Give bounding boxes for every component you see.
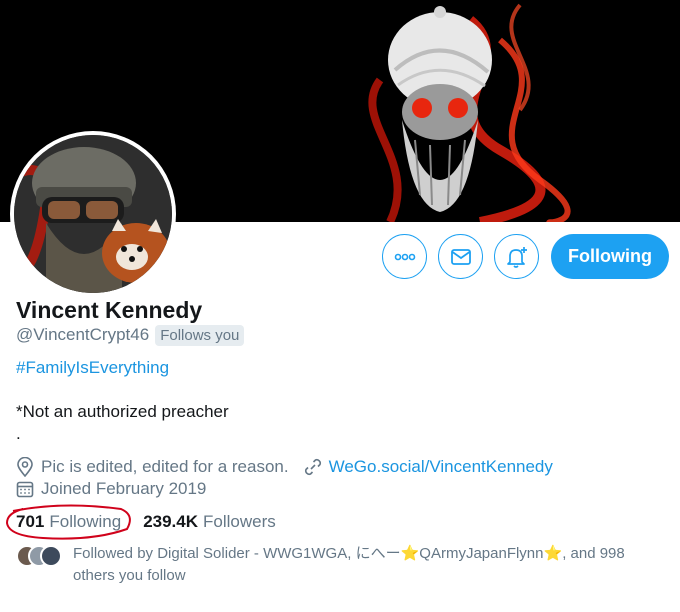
follows-you-badge: Follows you: [155, 324, 245, 346]
followers-count: 239.4K: [143, 512, 199, 531]
location-text: Pic is edited, edited for a reason.: [41, 457, 289, 476]
location-pin-icon: [17, 457, 33, 477]
more-button[interactable]: [382, 234, 427, 279]
link-icon: [304, 458, 321, 476]
red-circle-annotation: [5, 504, 131, 540]
following-button[interactable]: Following: [551, 234, 669, 279]
followers-stat-link[interactable]: 239.4K Followers: [143, 512, 276, 532]
calendar-icon: [16, 481, 34, 498]
followed-by-prefix: Followed by Digital Solider - WWG1WGA, に: [73, 545, 371, 562]
handle-row: @VincentCrypt46 Follows you: [16, 323, 245, 347]
followed-by-avatars: [16, 545, 64, 567]
followed-by-name3: QArmyJapanFlynn: [419, 545, 544, 562]
bio-text: *Not an authorized preacher: [16, 402, 229, 421]
bell-plus-icon: [506, 246, 527, 268]
followed-by-name2: へー: [370, 545, 401, 562]
more-icon: [394, 253, 415, 260]
star-icon: ⭐: [543, 545, 563, 562]
star-icon: ⭐: [400, 545, 420, 562]
profile-avatar[interactable]: [10, 131, 176, 297]
profile-name: Vincent Kennedy: [16, 297, 203, 323]
message-button[interactable]: [438, 234, 483, 279]
joined-text: Joined February 2019: [41, 479, 207, 498]
profile-meta-joined: Joined February 2019: [16, 478, 206, 500]
profile-meta-location: Pic is edited, edited for a reason. WeGo…: [16, 456, 553, 478]
website-link[interactable]: WeGo.social/VincentKennedy: [329, 457, 553, 477]
mail-icon: [450, 248, 471, 265]
profile-handle: @VincentCrypt46: [16, 325, 150, 344]
follower-avatar: [40, 545, 62, 567]
followed-by-text: Followed by Digital Solider - WWG1WGA, に…: [73, 543, 663, 587]
followed-by-section[interactable]: Followed by Digital Solider - WWG1WGA, に…: [16, 543, 666, 589]
bio-hashtag-link[interactable]: #FamilyIsEverything: [16, 358, 169, 378]
followers-label: Followers: [203, 512, 276, 531]
avatar-image: [14, 135, 172, 293]
bio-text-line2: .: [16, 424, 21, 443]
notifications-button[interactable]: [494, 234, 539, 279]
